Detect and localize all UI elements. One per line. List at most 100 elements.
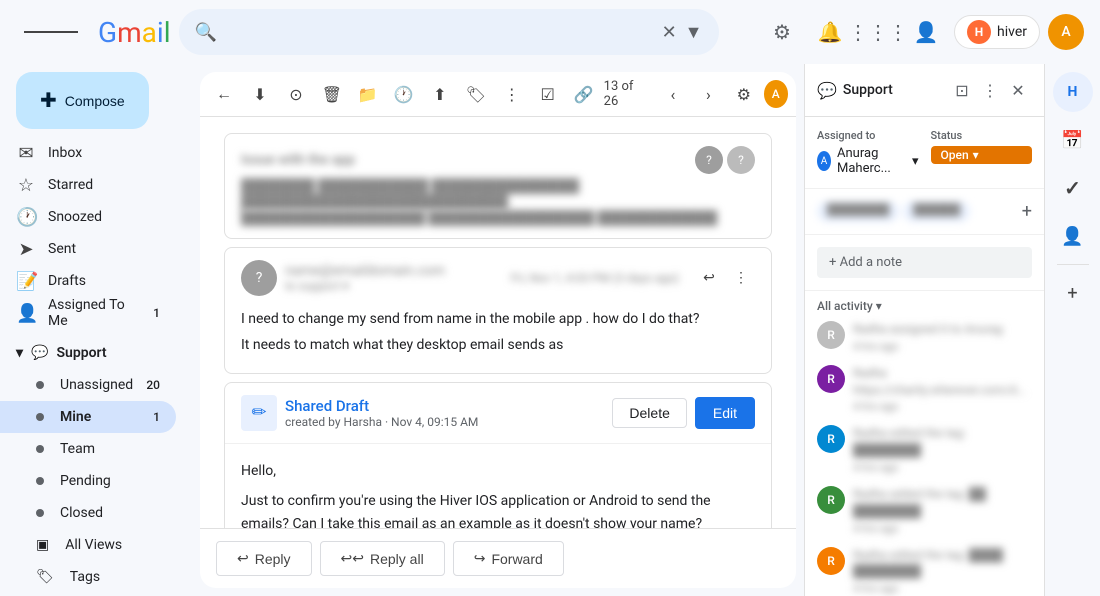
draft-title: Shared Draft bbox=[285, 397, 478, 415]
activity-time-1: 4 hrs ago bbox=[853, 340, 1032, 353]
draft-meta: created by Harsha · Nov 4, 09:15 AM bbox=[285, 415, 478, 429]
collapsed-email[interactable]: Issue with the app ? ? ████████ ████████… bbox=[224, 133, 772, 239]
sidebar-item-all-views[interactable]: ▣ All Views bbox=[0, 529, 176, 561]
notifications-icon[interactable]: 🔔 bbox=[810, 12, 850, 52]
status-value: Open bbox=[941, 148, 969, 162]
unassigned-badge: 20 bbox=[146, 378, 160, 392]
expanded-email-header: ? name@emaildomain.com to support ▾ Fri,… bbox=[225, 248, 771, 308]
task-button[interactable]: ☑ bbox=[532, 76, 564, 112]
support-group: Unassigned 20 Mine 1 Team Pending bbox=[0, 369, 192, 593]
reply-all-label: Reply all bbox=[370, 551, 424, 567]
hiver-badge[interactable]: H hiver bbox=[954, 15, 1040, 49]
label-button[interactable]: 🏷 bbox=[460, 76, 492, 112]
right-panel: 💬 Support ⊡ ⋮ ✕ Assigned to A Anurag Mah… bbox=[804, 64, 1044, 596]
sidebar-item-tags[interactable]: 🏷 Tags bbox=[0, 561, 176, 593]
far-right-tasks-btn[interactable]: ✓ bbox=[1053, 168, 1093, 208]
move-to-button[interactable]: ⬆ bbox=[424, 76, 456, 112]
reply-all-button[interactable]: ↩↩ Reply all bbox=[320, 541, 445, 576]
sidebar-item-unassigned[interactable]: Unassigned 20 bbox=[0, 369, 176, 401]
sidebar-item-snoozed[interactable]: 🕐 Snoozed bbox=[0, 201, 176, 233]
status-badge[interactable]: Open ▾ bbox=[931, 146, 1033, 164]
main-layout: ✚ Compose ✉ Inbox ☆ Starred 🕐 Snoozed ➤ … bbox=[0, 64, 1100, 596]
search-input[interactable]: label:Hiver-marketing/Unassigned label:H… bbox=[225, 23, 662, 41]
activity-content-4: Radha added the tag: ██ ████████ 4 hrs a… bbox=[853, 486, 1032, 535]
sidebar-item-closed[interactable]: Closed bbox=[0, 497, 176, 529]
edit-draft-button[interactable]: Edit bbox=[695, 397, 755, 429]
far-right-calendar-btn[interactable]: 📅 bbox=[1053, 120, 1093, 160]
delete-button[interactable]: 🗑 bbox=[316, 76, 348, 112]
next-email-button[interactable]: › bbox=[693, 76, 724, 112]
hamburger-icon[interactable] bbox=[16, 20, 86, 44]
settings-icon[interactable]: ⚙ bbox=[762, 12, 802, 52]
activity-content-1: Radha assigned it to Anurag 4 hrs ago bbox=[853, 321, 1032, 353]
panel-inbox-icon: 💬 bbox=[817, 81, 837, 100]
snooze-button[interactable]: 🕐 bbox=[388, 76, 420, 112]
far-right-contacts-btn[interactable]: 👤 bbox=[1053, 216, 1093, 256]
search-bar[interactable]: 🔍 label:Hiver-marketing/Unassigned label… bbox=[179, 9, 719, 55]
activity-avatar-4: R bbox=[817, 486, 845, 514]
panel-title: Support bbox=[843, 82, 948, 98]
apps-icon[interactable]: ⋮⋮⋮ bbox=[858, 12, 898, 52]
hiver-label: hiver bbox=[997, 24, 1027, 40]
support-group-label[interactable]: ▾ 💬 Support bbox=[0, 337, 192, 369]
tag-1[interactable]: ████████ bbox=[817, 201, 899, 222]
sidebar-item-inbox[interactable]: ✉ Inbox bbox=[0, 137, 176, 169]
panel-expand-icon[interactable]: ⊡ bbox=[948, 76, 976, 104]
prev-email-button[interactable]: ‹ bbox=[657, 76, 688, 112]
archive-button[interactable]: ⬇ bbox=[244, 76, 276, 112]
sidebar-item-pending[interactable]: Pending bbox=[0, 465, 176, 497]
sender-info: name@emaildomain.com to support ▾ bbox=[285, 263, 503, 293]
far-right-add-btn[interactable]: + bbox=[1053, 273, 1093, 313]
sidebar-item-closed-label: Closed bbox=[60, 505, 103, 521]
far-right-hiver-btn[interactable]: H bbox=[1053, 72, 1093, 112]
sidebar-item-drafts[interactable]: 📝 Drafts bbox=[0, 265, 176, 297]
settings-email-button[interactable]: ⚙ bbox=[728, 76, 759, 112]
team-dot-icon bbox=[36, 445, 44, 453]
collapsed-avatar2: ? bbox=[727, 146, 755, 174]
sidebar-item-all-views-label: All Views bbox=[65, 537, 122, 553]
sidebar-item-assigned-to-me[interactable]: 👤 Assigned To Me 1 bbox=[0, 297, 176, 329]
sidebar-item-mine[interactable]: Mine 1 bbox=[0, 401, 176, 433]
forward-icon: ↪ bbox=[474, 550, 486, 567]
tag-2[interactable]: ██████ bbox=[903, 201, 970, 222]
sidebar-item-starred[interactable]: ☆ Starred bbox=[0, 169, 176, 201]
assigned-to-value[interactable]: A Anurag Maherc... ▾ bbox=[817, 146, 919, 176]
reply-button[interactable]: ↩ Reply bbox=[216, 541, 312, 576]
assignee-name: Anurag Maherc... bbox=[837, 146, 906, 176]
activity-header[interactable]: All activity ▾ bbox=[817, 299, 1032, 313]
unassigned-dot-icon bbox=[36, 381, 44, 389]
link-button[interactable]: 🔗 bbox=[568, 76, 600, 112]
draft-body: Hello, Just to confirm you're using the … bbox=[225, 444, 771, 528]
add-note-section: + Add a note bbox=[805, 235, 1044, 291]
panel-close-icon[interactable]: ✕ bbox=[1004, 76, 1032, 104]
panel-more-icon[interactable]: ⋮ bbox=[976, 76, 1004, 104]
sidebar-item-inbox-label: Inbox bbox=[48, 145, 82, 161]
panel-tags-section: ████████ ██████ + bbox=[805, 189, 1044, 235]
back-button[interactable]: ← bbox=[208, 76, 240, 112]
email-reply-icon[interactable]: ↩ bbox=[695, 264, 723, 292]
mark-unread-button[interactable]: ⊙ bbox=[280, 76, 312, 112]
sidebar-item-mine-label: Mine bbox=[60, 409, 91, 425]
more-button[interactable]: ⋮ bbox=[496, 76, 528, 112]
search-icon: 🔍 bbox=[195, 22, 217, 43]
inbox-icon: ✉ bbox=[16, 143, 36, 164]
user-avatar[interactable]: A bbox=[1048, 14, 1084, 50]
sidebar-item-sent[interactable]: ➤ Sent bbox=[0, 233, 176, 265]
forward-label: Forward bbox=[491, 551, 542, 567]
add-tag-icon[interactable]: + bbox=[1022, 201, 1032, 222]
sidebar-item-starred-label: Starred bbox=[48, 177, 93, 193]
add-note-input[interactable]: + Add a note bbox=[817, 247, 1032, 278]
search-options-icon[interactable]: ▼ bbox=[685, 22, 703, 43]
activity-header-label: All activity ▾ bbox=[817, 299, 882, 313]
email-body-line1: I need to change my send from name in th… bbox=[241, 308, 755, 330]
compose-button[interactable]: ✚ Compose bbox=[16, 72, 149, 129]
forward-button[interactable]: ↪ Forward bbox=[453, 541, 564, 576]
move-button[interactable]: 📁 bbox=[352, 76, 384, 112]
delete-draft-button[interactable]: Delete bbox=[612, 398, 686, 428]
email-more-icon[interactable]: ⋮ bbox=[727, 264, 755, 292]
sidebar-item-pending-label: Pending bbox=[60, 473, 111, 489]
sidebar-item-team[interactable]: Team bbox=[0, 433, 176, 465]
clear-search-icon[interactable]: ✕ bbox=[662, 22, 677, 43]
account-icon[interactable]: 👤 bbox=[906, 12, 946, 52]
email-area: ← ⬇ ⊙ 🗑 📁 🕐 ⬆ 🏷 ⋮ ☑ 🔗 13 of 26 ‹ › ⚙ A bbox=[200, 72, 796, 588]
